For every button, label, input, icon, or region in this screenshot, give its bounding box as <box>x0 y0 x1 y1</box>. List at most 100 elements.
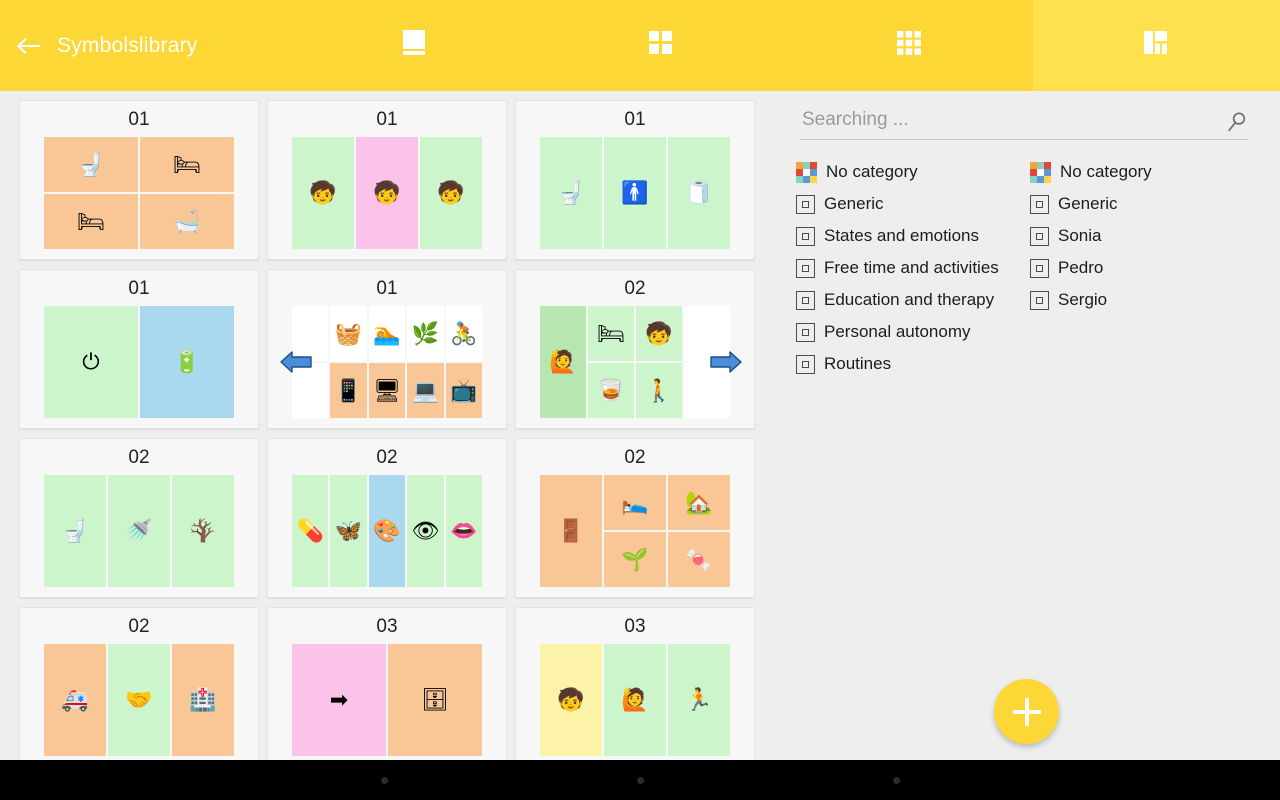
checkbox-inner-square <box>802 296 809 304</box>
board-card[interactable]: 02 🙋 🛏 🧒 🥃 🚶 <box>515 269 755 429</box>
category-columns: No category Generic States and emotions Fre… <box>790 156 1258 380</box>
category-checkbox[interactable] <box>1030 258 1049 278</box>
tab-grid-2x2[interactable] <box>538 0 786 91</box>
board-title: 01 <box>624 109 646 130</box>
pictogram-icon: 🚿 <box>125 518 153 543</box>
board-card[interactable]: 01 ⏻ 🔋 <box>19 269 259 429</box>
board-cell: 🧒 <box>540 644 602 756</box>
pictogram-icon: 🤝 <box>125 687 153 712</box>
page-next-arrow-icon[interactable] <box>709 349 743 375</box>
checkbox-inner-square <box>802 200 809 208</box>
category-item-right[interactable]: No category <box>1024 156 1258 188</box>
search-input[interactable] <box>800 109 1226 133</box>
category-checkbox[interactable] <box>1030 290 1049 310</box>
board-preview: ➡ 🗄 <box>292 644 482 756</box>
board-cell: 🛌 <box>604 475 666 530</box>
pictogram-icon: 🚽 <box>61 518 89 543</box>
nav-recents-dot[interactable] <box>892 776 900 784</box>
board-card[interactable]: 02 💊 🦋 🎨 👁 👄 <box>267 438 507 598</box>
nav-back-dot[interactable] <box>380 776 388 784</box>
search-icon[interactable] <box>1226 111 1248 133</box>
checkbox-inner-square <box>1036 264 1043 272</box>
board-card[interactable]: 03 🧒 🙋 🏃 <box>515 607 755 760</box>
board-cell: 🚹 <box>604 137 666 249</box>
board-preview: 🚽 🛏 🛏 🛁 <box>44 137 234 249</box>
nav-home-dot[interactable] <box>636 776 644 784</box>
board-cell: 🎨 <box>368 475 406 587</box>
no-category-mosaic-icon <box>796 161 817 183</box>
boards-scroll-area[interactable]: 01 🚽 🛏 🛏 🛁 01 🧒 🧒 🧒 01 🚽 🚹 🧻 01 ⏻ 🔋 01 🧺 🏊 🌿 🚴 📱 🖥 💻 📺 02 🙋 🛏 🧒 🥃 🚶 02 🚽… <box>0 91 768 760</box>
page-prev-arrow-icon[interactable] <box>279 349 313 375</box>
pictogram-icon: 🎨 <box>373 518 401 543</box>
grid-3x3-icon <box>896 31 921 60</box>
board-card[interactable]: 02 🚪 🛌 🏡 🌱 🍬 <box>515 438 755 598</box>
pictogram-icon: 👄 <box>450 518 478 543</box>
category-item-left[interactable]: Routines <box>790 348 1024 380</box>
pictogram-icon: 🧒 <box>373 180 401 205</box>
checkbox-inner-square <box>802 360 809 368</box>
category-item-left[interactable]: States and emotions <box>790 220 1024 252</box>
pictogram-icon: 🧒 <box>645 320 673 346</box>
pictogram-icon: 🚴 <box>450 320 478 346</box>
add-board-button[interactable] <box>994 679 1059 744</box>
category-label: Sonia <box>1058 226 1102 245</box>
board-card[interactable]: 01 🚽 🛏 🛏 🛁 <box>19 100 259 260</box>
category-checkbox[interactable] <box>796 354 815 374</box>
category-item-right[interactable]: Sergio <box>1024 284 1258 316</box>
category-label: States and emotions <box>824 226 979 245</box>
pictogram-icon: 🚹 <box>621 180 649 205</box>
board-card[interactable]: 01 🧒 🧒 🧒 <box>267 100 507 260</box>
pictogram-icon: 🥃 <box>597 377 625 403</box>
category-item-right[interactable]: Pedro <box>1024 252 1258 284</box>
board-card[interactable]: 01 🚽 🚹 🧻 <box>515 100 755 260</box>
category-item-left[interactable]: Personal autonomy <box>790 316 1024 348</box>
category-label: Personal autonomy <box>824 322 971 341</box>
pictogram-icon: 🙋 <box>549 349 577 374</box>
board-cell: 📱 <box>330 363 367 418</box>
board-cell: 🛏 <box>44 194 138 249</box>
category-item-left[interactable]: Education and therapy <box>790 284 1024 316</box>
tab-grid-3x3[interactable] <box>785 0 1033 91</box>
category-checkbox[interactable] <box>796 322 815 342</box>
checkbox-inner-square <box>1036 200 1043 208</box>
category-item-right[interactable]: Sonia <box>1024 220 1258 252</box>
board-card[interactable]: 02 🚑 🤝 🏥 <box>19 607 259 760</box>
category-label: Education and therapy <box>824 290 995 309</box>
category-checkbox[interactable] <box>796 290 815 310</box>
pictogram-icon: 🚪 <box>557 518 585 543</box>
pictogram-icon: 🗄 <box>421 687 449 712</box>
board-preview: 🚪 🛌 🏡 🌱 🍬 <box>540 475 730 587</box>
board-card[interactable]: 02 🚽 🚿 🪾 <box>19 438 259 598</box>
board-card[interactable]: 01 🧺 🏊 🌿 🚴 📱 🖥 💻 📺 <box>267 269 507 429</box>
pictogram-icon: 💻 <box>411 377 440 403</box>
pictogram-icon: 🪾 <box>189 518 217 543</box>
tab-single[interactable] <box>290 0 538 91</box>
board-title: 02 <box>376 447 398 468</box>
category-checkbox[interactable] <box>1030 226 1049 246</box>
board-card[interactable]: 03 ➡ 🗄 <box>267 607 507 760</box>
board-cell: 🚽 <box>44 137 138 192</box>
category-item-left[interactable]: Free time and activities <box>790 252 1024 284</box>
pictogram-icon: 🛏 <box>597 320 625 346</box>
category-item-left[interactable]: Generic <box>790 188 1024 220</box>
board-cell: 🚑 <box>44 644 106 756</box>
category-checkbox[interactable] <box>796 194 815 214</box>
tab-layout-mixed[interactable] <box>1032 0 1280 91</box>
checkbox-inner-square <box>1036 232 1043 240</box>
pictogram-icon: ➡ <box>329 687 349 712</box>
board-cell: 🧒 <box>292 137 354 249</box>
app-bar-left: Symbolslibrary <box>0 31 290 61</box>
board-preview: 🙋 🛏 🧒 🥃 🚶 <box>540 306 742 418</box>
app-bar: Symbolslibrary <box>0 0 1280 91</box>
category-checkbox[interactable] <box>796 226 815 246</box>
category-checkbox[interactable] <box>1030 194 1049 214</box>
arrow-left-icon[interactable] <box>14 31 44 61</box>
pictogram-icon: 🖥 <box>373 377 401 403</box>
category-checkbox[interactable] <box>796 258 815 278</box>
board-title: 03 <box>376 616 398 637</box>
category-item-left[interactable]: No category <box>790 156 1024 188</box>
pictogram-icon: 🍬 <box>685 546 713 572</box>
board-preview: ⏻ 🔋 <box>44 306 234 418</box>
layout-mixed-icon <box>1144 31 1168 60</box>
category-item-right[interactable]: Generic <box>1024 188 1258 220</box>
